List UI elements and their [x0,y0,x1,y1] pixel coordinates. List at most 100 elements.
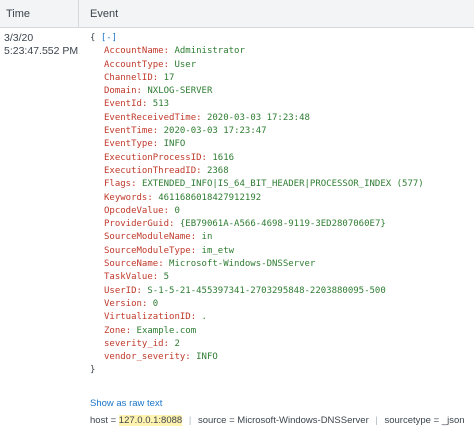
field-colon: : [196,165,207,176]
json-field-row: EventId: 513 [90,98,470,111]
field-value[interactable]: 0 [174,206,179,216]
field-value[interactable]: 2368 [207,166,229,176]
field-colon: : [169,219,180,230]
json-field-row: ExecutionProcessID: 1616 [90,152,470,165]
sourcetype-key: sourcetype [384,415,431,426]
field-value[interactable]: 1616 [212,153,234,163]
field-colon: : [163,205,175,216]
field-value[interactable]: 17 [164,73,175,83]
field-key[interactable]: EventReceivedTime [104,113,196,123]
field-value[interactable]: INFO [196,352,218,362]
field-value[interactable]: 2020-03-03 17:23:48 [207,113,310,123]
event-metadata: host = 127.0.0.1:8088 | source = Microso… [90,415,465,426]
json-field-row: AccountType: User [90,59,470,72]
json-field-row: EventType: INFO [90,138,470,151]
json-open-brace: { [90,33,96,43]
field-colon: : [147,192,159,203]
field-key[interactable]: EventTime [104,126,153,136]
json-field-row: Version: 0 [90,298,470,311]
field-colon: : [196,112,207,123]
field-value[interactable]: . [202,312,207,322]
json-field-row: Keywords: 4611686018427912192 [90,192,470,205]
event-date: 3/3/20 [4,32,34,44]
json-field-row: UserID: S-1-5-21-455397341-2703295848-22… [90,285,470,298]
field-value[interactable]: Microsoft-Windows-DNSServer [169,259,315,269]
field-value[interactable]: 5 [164,272,169,282]
json-field-row: AccountName: Administrator [90,45,470,58]
field-key[interactable]: Domain [104,86,137,96]
field-key[interactable]: severity_id [104,339,164,349]
field-colon: : [125,325,137,336]
column-header-event[interactable]: Event [90,8,118,20]
field-key[interactable]: AccountType [104,60,164,70]
field-value[interactable]: 2020-03-03 17:23:47 [164,126,267,136]
field-value[interactable]: in [202,232,213,242]
sourcetype-value[interactable]: _json [442,415,465,426]
json-field-row: ExecutionThreadID: 2368 [90,165,470,178]
field-value[interactable]: 513 [153,99,169,109]
field-key[interactable]: Zone [104,326,126,336]
field-key[interactable]: TaskValue [104,272,153,282]
field-value[interactable]: Administrator [174,46,244,56]
field-colon: : [141,99,153,110]
field-value[interactable]: im_etw [202,246,235,256]
host-value[interactable]: 127.0.0.1:8088 [118,415,183,426]
column-header-time[interactable]: Time [6,8,30,20]
json-field-row: SourceModuleName: in [90,231,470,244]
field-key[interactable]: OpcodeValue [104,206,164,216]
field-colon: : [136,285,148,296]
field-key[interactable]: EventType [104,139,153,149]
source-value[interactable]: Microsoft-Windows-DNSServer [237,415,368,426]
field-key[interactable]: SourceModuleType [104,246,191,256]
field-colon: : [163,338,175,349]
field-value[interactable]: EXTENDED_INFO|IS_64_BIT_HEADER|PROCESSOR… [142,179,424,189]
field-key[interactable]: EventId [104,99,142,109]
json-field-row: severity_id: 2 [90,338,470,351]
field-value[interactable]: Example.com [137,326,197,336]
field-key[interactable]: SourceName [104,259,158,269]
json-close-brace: } [90,365,96,376]
field-key[interactable]: AccountName [104,46,164,56]
field-key[interactable]: ProviderGuid [104,219,169,229]
field-key[interactable]: UserID [104,286,137,296]
field-key[interactable]: ChannelID [104,73,153,83]
field-value[interactable]: {EB79061A-A566-4698-9119-3ED2807060E7} [180,219,386,229]
field-colon: : [136,86,148,97]
field-colon: : [152,272,164,283]
json-field-row: Domain: NXLOG-SERVER [90,85,470,98]
field-colon: : [152,139,164,150]
field-key[interactable]: VirtualizationID [104,312,191,322]
field-key[interactable]: ExecutionProcessID [104,153,202,163]
field-value[interactable]: S-1-5-21-455397341-2703295848-2203880095… [147,286,385,296]
json-field-row: TaskValue: 5 [90,271,470,284]
field-value[interactable]: 4611686018427912192 [158,193,261,203]
field-colon: : [201,152,213,163]
json-field-row: EventTime: 2020-03-03 17:23:47 [90,125,470,138]
json-field-row: ProviderGuid: {EB79061A-A566-4698-9119-3… [90,218,470,231]
field-value[interactable]: NXLOG-SERVER [147,86,212,96]
field-value[interactable]: INFO [164,139,186,149]
show-raw-text-link[interactable]: Show as raw text [90,398,162,409]
field-key[interactable]: Version [104,299,142,309]
json-field-row: SourceModuleType: im_etw [90,245,470,258]
collapse-toggle[interactable]: [-] [101,33,117,43]
source-key: source [197,415,227,426]
event-json: { [-] AccountName: Administrator AccountT… [90,32,470,378]
field-value[interactable]: User [174,60,196,70]
json-field-row: OpcodeValue: 0 [90,205,470,218]
field-value[interactable]: 0 [153,299,158,309]
json-field-row: ChannelID: 17 [90,72,470,85]
field-colon: : [163,46,175,57]
json-field-row: VirtualizationID: . [90,311,470,324]
field-key[interactable]: SourceModuleName [104,232,191,242]
field-value[interactable]: 2 [174,339,179,349]
field-colon: : [158,259,170,270]
table-header: Time Event [0,0,474,28]
field-key[interactable]: Flags [104,179,131,189]
field-key[interactable]: ExecutionThreadID [104,166,196,176]
field-key[interactable]: Keywords [104,193,147,203]
field-colon: : [141,298,153,309]
field-key[interactable]: vendor_severity [104,352,185,362]
meta-separator: | [375,415,378,426]
event-time: 5:23:47.552 PM [4,45,79,57]
